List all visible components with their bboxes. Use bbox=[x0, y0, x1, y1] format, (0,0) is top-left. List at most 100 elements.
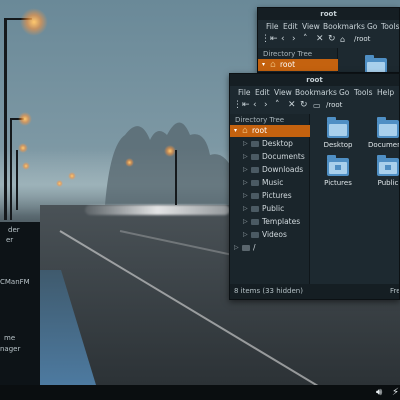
tree-item-label: Videos bbox=[262, 230, 287, 239]
menu-bookmarks[interactable]: Bookmarks bbox=[295, 88, 337, 97]
expand-arrow-icon[interactable]: ▷ bbox=[243, 229, 248, 241]
menu-item-label: er bbox=[6, 236, 14, 244]
close-icon[interactable]: ✕ bbox=[316, 34, 324, 45]
tree-item-music[interactable]: ▷ Music bbox=[230, 177, 310, 189]
file-view-pane: Desktop Documents Pictures Public bbox=[311, 114, 399, 284]
tree-item-documents[interactable]: ▷ Documents bbox=[230, 151, 310, 163]
expand-arrow-icon[interactable]: ▷ bbox=[243, 138, 248, 150]
application-menu: der er CManFM me nager bbox=[0, 222, 40, 385]
menu-file[interactable]: File bbox=[238, 88, 251, 97]
first-icon[interactable]: ⇤ bbox=[270, 34, 278, 45]
tree-item-downloads[interactable]: ▷ Downloads bbox=[230, 164, 310, 176]
expand-arrow-icon[interactable]: ▷ bbox=[243, 177, 248, 189]
up-icon[interactable]: ˄ bbox=[275, 100, 280, 111]
file-item-pictures[interactable]: Pictures bbox=[315, 155, 361, 187]
close-icon[interactable]: ✕ bbox=[288, 100, 296, 111]
tree-item-label: Public bbox=[262, 204, 285, 213]
folder-icon bbox=[251, 232, 259, 238]
toolbar: ⋮ ⇤ ‹ › ˄ ✕ ↻ ▭ /root bbox=[230, 99, 399, 113]
menu-item-label: CManFM bbox=[0, 278, 30, 286]
folder-icon bbox=[327, 117, 349, 138]
lamp-pole bbox=[10, 120, 12, 220]
menu-go[interactable]: Go bbox=[367, 22, 377, 31]
tree-item-filesystem-root[interactable]: ▷ / bbox=[230, 242, 310, 254]
home-icon[interactable]: ⌂ bbox=[340, 34, 345, 45]
menu-item[interactable]: nager bbox=[0, 345, 20, 353]
menu-item[interactable]: me bbox=[4, 334, 15, 342]
volume-icon[interactable]: 🔊︎ bbox=[376, 387, 382, 398]
expand-arrow-icon[interactable]: ▷ bbox=[243, 190, 248, 202]
first-icon[interactable]: ⇤ bbox=[242, 100, 250, 111]
folder-icon bbox=[377, 117, 399, 138]
menu-edit[interactable]: Edit bbox=[283, 22, 298, 31]
directory-tree-pane: Directory Tree ▾ ⌂ root bbox=[258, 48, 338, 72]
expand-arrow-icon[interactable]: ▷ bbox=[243, 203, 248, 215]
menu-tools[interactable]: Tools bbox=[381, 22, 399, 31]
lamp-glow bbox=[22, 162, 30, 170]
menu-file[interactable]: File bbox=[266, 22, 279, 31]
tree-item-label: / bbox=[253, 243, 256, 252]
menu-view[interactable]: View bbox=[274, 88, 292, 97]
menu-item[interactable]: er bbox=[6, 236, 13, 244]
more-icon[interactable]: ⋮ bbox=[233, 100, 242, 111]
expand-arrow-icon[interactable]: ▷ bbox=[243, 216, 248, 228]
file-view-pane bbox=[339, 48, 399, 72]
forward-icon[interactable]: › bbox=[264, 100, 268, 111]
tree-item-templates[interactable]: ▷ Templates bbox=[230, 216, 310, 228]
expand-arrow-icon[interactable]: ▾ bbox=[234, 125, 237, 137]
menu-item[interactable]: CManFM bbox=[0, 278, 30, 286]
menu-view[interactable]: View bbox=[302, 22, 320, 31]
menu-go[interactable]: Go bbox=[339, 88, 349, 97]
tree-item-root[interactable]: ▾ ⌂ root bbox=[230, 125, 310, 137]
tree-item-videos[interactable]: ▷ Videos bbox=[230, 229, 310, 241]
expand-arrow-icon[interactable]: ▷ bbox=[243, 151, 248, 163]
drive-icon[interactable]: ▭ bbox=[313, 100, 321, 111]
menu-bookmarks[interactable]: Bookmarks bbox=[323, 22, 365, 31]
file-item-documents[interactable]: Documents bbox=[365, 117, 399, 149]
menu-item-label: der bbox=[8, 226, 20, 234]
tree-item-public[interactable]: ▷ Public bbox=[230, 203, 310, 215]
expand-arrow-icon[interactable]: ▷ bbox=[243, 164, 248, 176]
file-item-label: Pictures bbox=[324, 179, 352, 187]
file-item[interactable] bbox=[353, 55, 399, 72]
power-icon[interactable]: ⚡︎ bbox=[392, 387, 399, 398]
expand-arrow-icon[interactable]: ▾ bbox=[262, 59, 265, 71]
back-icon[interactable]: ‹ bbox=[281, 34, 285, 45]
tree-item-pictures[interactable]: ▷ Pictures bbox=[230, 190, 310, 202]
menu-edit[interactable]: Edit bbox=[255, 88, 270, 97]
file-manager-window: root File Edit View Bookmarks Go Tools H… bbox=[229, 73, 400, 300]
taskbar: 🔊︎ ⚡︎ bbox=[0, 385, 400, 400]
more-icon[interactable]: ⋮ bbox=[261, 34, 270, 45]
file-item-label: Documents bbox=[368, 141, 399, 149]
folder-icon bbox=[377, 155, 399, 176]
file-item-label: Public bbox=[377, 179, 399, 187]
menu-tools[interactable]: Tools bbox=[354, 88, 372, 97]
back-icon[interactable]: ‹ bbox=[253, 100, 257, 111]
folder-icon bbox=[251, 141, 259, 147]
window-title[interactable]: root bbox=[230, 74, 399, 86]
refresh-icon[interactable]: ↻ bbox=[328, 34, 336, 45]
up-icon[interactable]: ˄ bbox=[303, 34, 308, 45]
toolbar: ⋮ ⇤ ‹ › ˄ ✕ ↻ ⌂ /root bbox=[258, 33, 399, 47]
forward-icon[interactable]: › bbox=[292, 34, 296, 45]
path-bar[interactable]: /root bbox=[326, 100, 342, 111]
folder-icon bbox=[251, 167, 259, 173]
menu-bar: File Edit View Bookmarks Go Tools Help bbox=[230, 86, 399, 99]
tree-item-root[interactable]: ▾ ⌂ root bbox=[258, 59, 338, 71]
tree-item-desktop[interactable]: ▷ Desktop bbox=[230, 138, 310, 150]
tree-item-label: Documents bbox=[262, 152, 305, 161]
path-bar[interactable]: /root bbox=[354, 34, 370, 45]
file-item-desktop[interactable]: Desktop bbox=[315, 117, 361, 149]
window-title[interactable]: root bbox=[258, 8, 399, 20]
menu-item[interactable]: der bbox=[8, 226, 20, 234]
expand-arrow-icon[interactable]: ▷ bbox=[234, 242, 239, 254]
file-item-public[interactable]: Public bbox=[365, 155, 399, 187]
refresh-icon[interactable]: ↻ bbox=[300, 100, 308, 111]
drive-icon bbox=[242, 245, 250, 251]
folder-icon bbox=[251, 219, 259, 225]
pane-title[interactable]: Directory Tree bbox=[263, 50, 312, 58]
pane-title[interactable]: Directory Tree bbox=[235, 116, 284, 124]
menu-item-label: me bbox=[4, 334, 16, 342]
lamp-glow bbox=[56, 180, 63, 187]
menu-help[interactable]: Help bbox=[377, 88, 394, 97]
